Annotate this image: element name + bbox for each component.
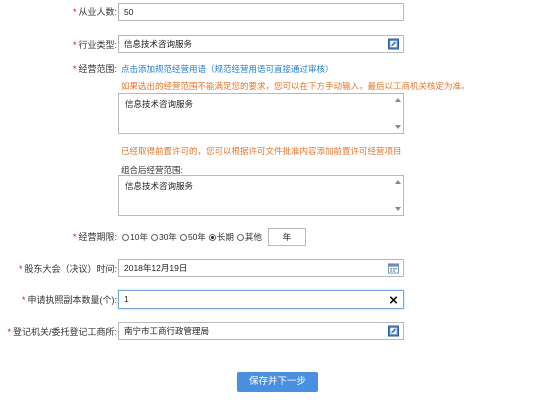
years-unit: 年 xyxy=(282,232,292,242)
period-label: * 经营期限: xyxy=(73,229,117,245)
industry-select[interactable]: 信息技术咨询服务 xyxy=(118,35,404,53)
period-label-text: 经营期限: xyxy=(78,232,117,242)
required-mark: * xyxy=(72,232,77,242)
employees-value: 50 xyxy=(124,7,134,17)
authority-label: * 登记机关/委托登记工商所: xyxy=(7,324,117,340)
period-option-50[interactable]: 50年 xyxy=(179,231,206,243)
required-mark: * xyxy=(72,40,77,50)
industry-value: 信息技术咨询服务 xyxy=(124,39,193,49)
edit-icon[interactable] xyxy=(388,325,399,337)
radio-icon xyxy=(236,233,244,241)
combined-scope-scrollbar[interactable] xyxy=(393,176,403,215)
scope-label-text: 经营范围: xyxy=(78,64,117,74)
required-mark: * xyxy=(18,264,23,274)
save-next-button[interactable]: 保存并下一步 xyxy=(237,372,318,392)
scope-warning: 如果选出的经营范围不能满足您的要求，您可以在下方手动输入，最后以工商机关核定为准… xyxy=(121,81,470,91)
authority-label-text: 登记机关/委托登记工商所: xyxy=(12,327,117,337)
radio-icon xyxy=(122,233,129,241)
required-mark: * xyxy=(72,7,77,17)
license-note: 已经取得前置许可的，您可以根据许可文件批准内容添加前置许可经营项目 xyxy=(121,146,402,156)
industry-label: * 行业类型: xyxy=(73,37,117,53)
period-option-30[interactable]: 30年 xyxy=(150,231,177,243)
scroll-up-icon[interactable] xyxy=(395,180,401,184)
add-standard-terms-link[interactable]: 点击添加规范经营用语（规范经营用语可直接通过审核） xyxy=(121,63,334,75)
required-mark: * xyxy=(72,64,77,74)
period-option-10[interactable]: 10年 xyxy=(122,231,148,243)
scroll-up-icon[interactable] xyxy=(395,98,401,102)
authority-select[interactable]: 南宁市工商行政管理局 xyxy=(118,322,404,340)
copies-input[interactable]: 1 xyxy=(118,290,404,309)
radio-icon xyxy=(179,233,187,241)
period-option-label: 长期 xyxy=(216,232,234,242)
employees-label-text: 从业人数: xyxy=(78,7,117,17)
meeting-time-label-text: 股东大会（决议）时间: xyxy=(24,264,117,274)
period-option-label: 50年 xyxy=(187,232,206,242)
authority-value: 南宁市工商行政管理局 xyxy=(124,326,210,336)
period-option-label: 其他 xyxy=(244,232,262,242)
clear-icon[interactable] xyxy=(388,294,399,305)
combined-scope-textarea[interactable]: 信息技术咨询服务 xyxy=(118,175,404,216)
copies-label: * 申请执照副本数量(个): xyxy=(22,292,117,308)
scope-label: * 经营范围: xyxy=(73,61,117,77)
scope-scrollbar[interactable] xyxy=(393,94,403,133)
required-mark: * xyxy=(21,295,26,305)
scroll-down-icon[interactable] xyxy=(395,207,401,211)
radio-selected-icon xyxy=(208,233,216,241)
required-mark: * xyxy=(7,327,11,337)
calendar-icon[interactable] xyxy=(388,263,399,274)
edit-icon[interactable] xyxy=(388,38,399,50)
scope-text: 信息技术咨询服务 xyxy=(125,99,194,109)
period-option-label: 10年 xyxy=(130,232,148,242)
meeting-date-input[interactable]: 2018年12月19日 xyxy=(118,259,404,277)
employees-input[interactable]: 50 xyxy=(118,3,404,21)
copies-label-text: 申请执照副本数量(个): xyxy=(27,295,118,305)
meeting-time-label: * 股东大会（决议）时间: xyxy=(19,261,117,277)
scope-textarea[interactable]: 信息技术咨询服务 xyxy=(118,93,404,134)
period-option-long[interactable]: 长期 xyxy=(208,231,234,243)
meeting-date-value: 2018年12月19日 xyxy=(124,263,188,273)
radio-icon xyxy=(150,233,158,241)
employees-label: * 从业人数: xyxy=(73,4,117,20)
scroll-down-icon[interactable] xyxy=(395,125,401,129)
period-option-other[interactable]: 其他 xyxy=(236,231,262,243)
industry-label-text: 行业类型: xyxy=(78,40,117,50)
combined-scope-text: 信息技术咨询服务 xyxy=(125,181,194,191)
period-option-label: 30年 xyxy=(158,232,177,242)
period-years-input[interactable]: 年 xyxy=(268,228,306,246)
copies-value: 1 xyxy=(124,294,129,304)
period-radio-group: 10年 30年 50年 长期 其他 xyxy=(122,230,265,244)
